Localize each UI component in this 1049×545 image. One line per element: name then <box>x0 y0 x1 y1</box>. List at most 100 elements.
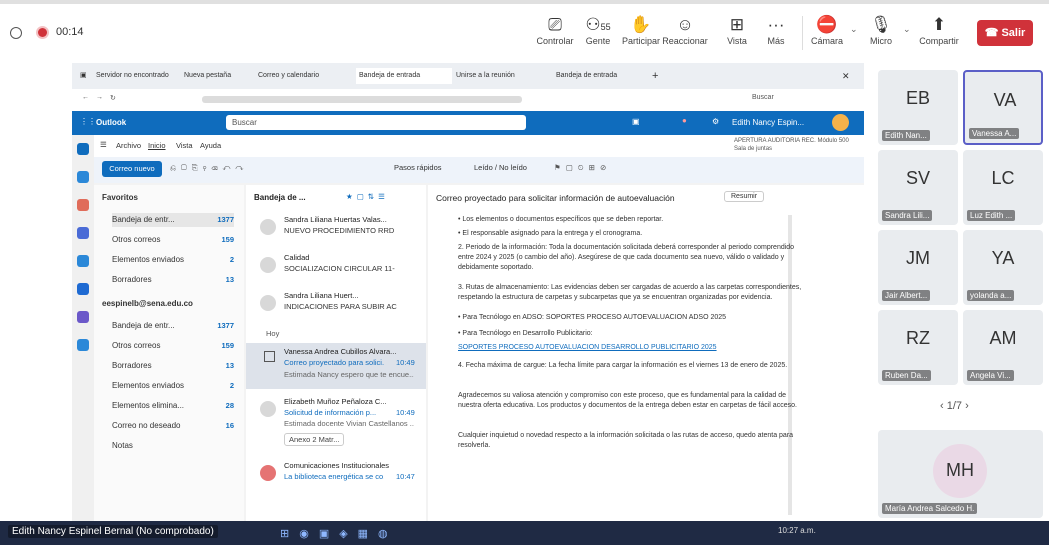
speaker-tile[interactable]: MH María Andrea Salcedo H. <box>878 430 1043 518</box>
teams-icon[interactable] <box>77 227 89 239</box>
back-icon[interactable]: ← <box>82 94 89 101</box>
folder-link[interactable]: SOPORTES PROCESO AUTOEVALUACION DESARROL… <box>458 343 808 353</box>
folder-item[interactable]: Elementos enviados 2 <box>112 253 234 267</box>
participant-tile[interactable]: YA yolanda a... <box>963 230 1043 305</box>
notification-icon[interactable]: ● <box>682 116 687 125</box>
ribbon-actions-icon[interactable]: ⎌▢⎘⚲⌫↶↷ <box>170 163 248 173</box>
menu-help[interactable]: Ayuda <box>200 141 221 150</box>
mail-search-placeholder: Buscar <box>232 118 257 127</box>
folder-count: 159 <box>221 341 234 350</box>
camera-off-icon: ⛔ <box>816 15 838 34</box>
mail-title: Correo proyectado para solicitar informa… <box>436 193 675 203</box>
list-item-selected[interactable]: Vanessa Andrea Cubillos Alvara... Correo… <box>246 343 426 389</box>
browser-tab[interactable]: Nueva pestaña <box>184 68 244 84</box>
chevron-right-icon[interactable]: › <box>962 400 969 412</box>
browser-search-label[interactable]: Buscar <box>752 94 774 101</box>
select-checkbox[interactable] <box>264 351 275 362</box>
new-mail-button[interactable]: Correo nuevo <box>102 161 162 177</box>
word-icon[interactable] <box>77 283 89 295</box>
ribbon-more-icon[interactable]: ⚑▢⏲⊞⊘ <box>554 163 611 173</box>
mic-chevron-icon[interactable]: ⌄ <box>903 24 911 35</box>
mail-icon[interactable] <box>77 143 89 155</box>
user-name[interactable]: Edith Nancy Espin... <box>732 118 804 127</box>
folder-label: Elementos enviados <box>112 381 185 390</box>
mail-search-input[interactable] <box>226 115 526 130</box>
browser-tab[interactable]: Unirse a la reunión <box>456 68 546 84</box>
calendar-notice[interactable]: APERTURA AUDITORIA REC. Módulo 500 Sala … <box>734 137 862 153</box>
apps-icon[interactable] <box>77 339 89 351</box>
attachment-chip[interactable]: Anexo 2 Matr... <box>284 433 345 446</box>
folder-item[interactable]: Elementos enviados 2 <box>112 379 234 393</box>
list-item[interactable]: Elizabeth Muñoz Peñaloza C... Solicitud … <box>246 393 426 451</box>
control-button[interactable]: ⎚ Controlar <box>532 14 578 46</box>
avatar[interactable] <box>832 114 849 131</box>
menu-view[interactable]: Vista <box>176 141 193 150</box>
participant-tile[interactable]: SV Sandra Lili... <box>878 150 958 225</box>
list-item[interactable]: Sandra Liliana Huert... INDICACIONES PAR… <box>246 287 426 321</box>
reload-icon[interactable]: ↻ <box>110 94 116 102</box>
folder-item[interactable]: Elementos elimina... 28 <box>112 399 234 413</box>
participant-tile[interactable]: RZ Ruben Da... <box>878 310 958 385</box>
mic-button[interactable]: 🎙 Micro <box>858 14 904 46</box>
onedrive-icon[interactable] <box>77 311 89 323</box>
url-text[interactable] <box>202 96 522 103</box>
forward-icon[interactable]: → <box>96 94 103 101</box>
list-item[interactable]: Calidad SOCIALIZACION CIRCULAR 11- <box>246 249 426 283</box>
people-app-icon[interactable] <box>77 199 89 211</box>
meet-now-icon[interactable]: ▣ <box>632 117 640 126</box>
browser-tab[interactable]: Servidor no encontrado <box>96 68 176 84</box>
new-tab-icon[interactable]: + <box>652 68 658 84</box>
folder-item[interactable]: Bandeja de entr... 1377 <box>112 319 234 333</box>
camera-button[interactable]: ⛔ Cámara <box>804 14 850 46</box>
folder-item[interactable]: Otros correos 159 <box>112 339 234 353</box>
participant-tile[interactable]: JM Jair Albert... <box>878 230 958 305</box>
calendar-icon[interactable] <box>77 171 89 183</box>
close-window-icon[interactable]: ✕ <box>842 68 850 84</box>
camera-chevron-icon[interactable]: ⌄ <box>850 24 858 35</box>
share-button[interactable]: ⬆ Compartir <box>916 14 962 46</box>
browser-tab[interactable]: Bandeja de entrada <box>556 68 646 84</box>
favorites-header[interactable]: Favoritos <box>102 193 138 202</box>
app-launcher-icon[interactable]: ⋮⋮ <box>80 117 96 126</box>
list-item[interactable]: Comunicaciones Institucionales La biblio… <box>246 457 426 497</box>
browser-tab-active[interactable]: Bandeja de entrada <box>356 68 452 84</box>
outlook-header: ⋮⋮ Outlook Buscar ▣ ● ⚙ Edith Nancy Espi… <box>72 111 864 135</box>
participant-tile[interactable]: LC Luz Edith ... <box>963 150 1043 225</box>
browser-tab[interactable]: Correo y calendario <box>258 68 348 84</box>
raise-hand-button[interactable]: ✋ Participar <box>618 14 664 46</box>
more-button[interactable]: ··· Más <box>753 14 799 46</box>
people-button[interactable]: ⚇55 Gente <box>575 14 621 46</box>
avatar <box>260 257 276 273</box>
outlook-title: Outlook <box>96 118 127 127</box>
body-paragraph: Cualquier inquietud o novedad respecto a… <box>458 432 794 449</box>
address-bar[interactable]: ← → ↻ Buscar <box>72 89 864 111</box>
folder-item[interactable]: Notas <box>112 439 234 453</box>
participant-initials: YA <box>991 248 1015 268</box>
leave-button[interactable]: ☎ Salir <box>977 20 1033 46</box>
folder-item[interactable]: Borradores 13 <box>112 273 234 287</box>
folder-item[interactable]: Borradores 13 <box>112 359 234 373</box>
folder-item[interactable]: Otros correos 159 <box>112 233 234 247</box>
hamburger-icon[interactable]: ☰ <box>100 140 107 149</box>
folder-item[interactable]: Bandeja de entr... 1377 <box>112 213 234 227</box>
account-header[interactable]: eespinelb@sena.edu.co <box>102 299 193 308</box>
list-filter-icon[interactable]: ★▢⇅☰ <box>346 192 389 201</box>
menu-home[interactable]: Inicio <box>148 141 166 150</box>
folder-item[interactable]: Correo no deseado 16 <box>112 419 234 433</box>
participant-tile-active[interactable]: VA Vanessa A... <box>963 70 1043 145</box>
folder-count: 1377 <box>217 321 234 330</box>
list-item[interactable]: Sandra Liliana Huertas Valas... NUEVO PR… <box>246 211 426 245</box>
menu-file[interactable]: Archivo <box>116 141 141 150</box>
settings-icon[interactable]: ⚙ <box>712 117 719 126</box>
taskbar-apps-icon[interactable]: ⊞◉▣◈▦◍ <box>280 527 398 540</box>
chevron-left-icon[interactable]: ‹ <box>940 400 947 412</box>
mail-preview: Estimada Nancy espero que te encue... <box>284 370 414 379</box>
quick-steps-button[interactable]: Pasos rápidos <box>394 163 442 172</box>
todo-icon[interactable] <box>77 255 89 267</box>
react-button[interactable]: ☺ Reaccionar <box>662 14 708 46</box>
read-unread-button[interactable]: Leído / No leído <box>474 163 527 172</box>
participant-tile[interactable]: AM Angela Vi... <box>963 310 1043 385</box>
tab-overview-icon[interactable]: ▣ <box>80 68 87 84</box>
summarize-button[interactable]: Resumir <box>724 191 765 202</box>
participant-tile[interactable]: EB Edith Nan... <box>878 70 958 145</box>
